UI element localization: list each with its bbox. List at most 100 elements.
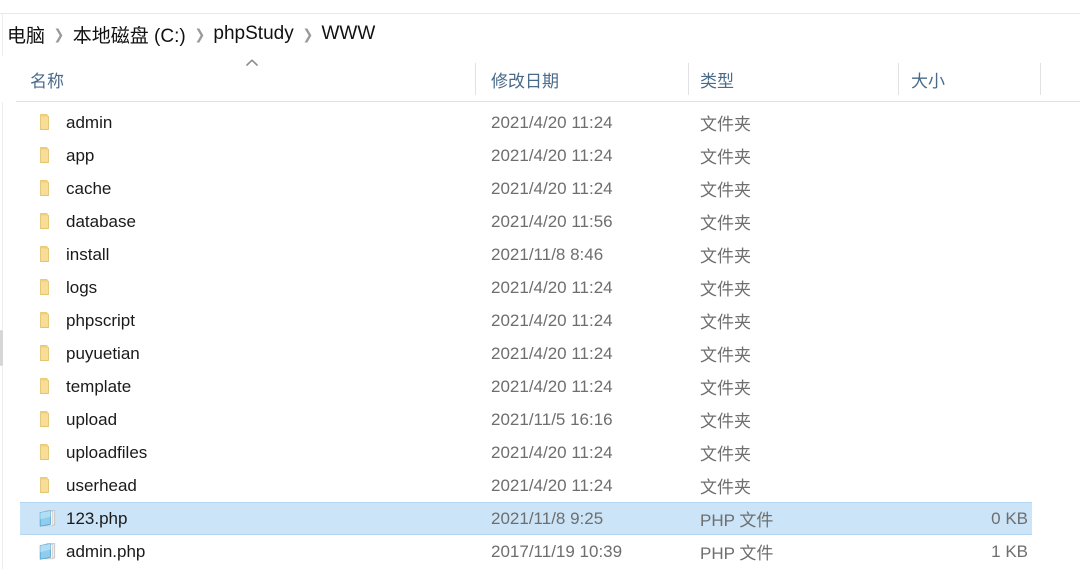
file-date-modified: 2021/4/20 11:56	[491, 211, 613, 231]
file-date-modified: 2021/11/8 9:25	[491, 508, 604, 528]
file-type: 文件夹	[700, 247, 751, 266]
folder-icon	[38, 179, 58, 198]
file-row[interactable]: upload 2021/11/5 16:16 文件夹	[0, 403, 1080, 436]
file-list[interactable]: admin 2021/4/20 11:24 文件夹 app 2021/4/20 11:2…	[0, 106, 1080, 569]
breadcrumb-item-4[interactable]: WWW	[316, 22, 380, 46]
file-date-modified: 2021/4/20 11:24	[491, 112, 613, 132]
breadcrumb-item-3[interactable]: phpStudy	[208, 22, 298, 46]
file-type: 文件夹	[700, 181, 751, 200]
file-row[interactable]: logs 2021/4/20 11:24 文件夹	[0, 271, 1080, 304]
file-row[interactable]: userhead 2021/4/20 11:24 文件夹	[0, 469, 1080, 502]
file-size	[900, 469, 1030, 502]
column-divider-size-end[interactable]	[1040, 63, 1041, 95]
file-row[interactable]: admin 2021/4/20 11:24 文件夹	[0, 106, 1080, 139]
column-header-name[interactable]: 名称	[30, 56, 64, 102]
file-size	[900, 139, 1030, 172]
file-size	[900, 271, 1030, 304]
file-name: install	[66, 244, 110, 264]
column-header-name-label: 名称	[30, 71, 64, 91]
file-size	[900, 436, 1030, 469]
folder-icon	[38, 476, 58, 495]
file-type: 文件夹	[700, 280, 751, 299]
file-name: template	[66, 376, 132, 396]
file-size	[900, 106, 1030, 139]
file-name: cache	[66, 178, 112, 198]
file-name: 123.php	[66, 508, 128, 528]
file-name: app	[66, 145, 95, 165]
folder-icon	[38, 344, 58, 363]
breadcrumb-item-2[interactable]: 本地磁盘 (C:)	[68, 20, 191, 49]
column-divider-date-type[interactable]	[688, 63, 689, 95]
file-size	[900, 337, 1030, 370]
file-type: 文件夹	[700, 379, 751, 398]
file-size	[900, 304, 1030, 337]
top-divider	[0, 13, 1080, 14]
file-size	[900, 205, 1030, 238]
file-date-modified: 2021/4/20 11:24	[491, 178, 613, 198]
file-row[interactable]: app 2021/4/20 11:24 文件夹	[0, 139, 1080, 172]
column-divider-type-size[interactable]	[898, 63, 899, 95]
folder-icon	[38, 443, 58, 462]
column-header-date-modified[interactable]: 修改日期	[491, 56, 559, 102]
file-name: upload	[66, 409, 118, 429]
folder-icon	[38, 377, 58, 396]
file-type: 文件夹	[700, 346, 751, 365]
file-name: puyuetian	[66, 343, 140, 363]
file-row[interactable]: admin.php 2017/11/19 10:39 PHP 文件 1 KB	[0, 535, 1080, 568]
file-size	[900, 172, 1030, 205]
file-name: logs	[66, 277, 98, 297]
folder-icon	[38, 212, 58, 231]
file-type: 文件夹	[700, 214, 751, 233]
file-name: phpscript	[66, 310, 135, 330]
breadcrumb-item-1[interactable]: 电脑	[2, 20, 50, 49]
file-size	[900, 370, 1030, 403]
folder-icon	[38, 410, 58, 429]
file-size: 0 KB	[991, 508, 1028, 528]
file-type: 文件夹	[700, 313, 751, 332]
file-date-modified: 2021/4/20 11:24	[491, 145, 613, 165]
file-date-modified: 2017/11/19 10:39	[491, 541, 623, 561]
file-date-modified: 2021/11/8 8:46	[491, 244, 604, 264]
column-header-date-modified-label: 修改日期	[491, 71, 559, 91]
file-row[interactable]: cache 2021/4/20 11:24 文件夹	[0, 172, 1080, 205]
file-date-modified: 2021/4/20 11:24	[491, 277, 613, 297]
column-header-size[interactable]: 大小	[911, 56, 945, 102]
column-divider-name-date[interactable]	[475, 63, 476, 95]
file-row[interactable]: phpscript 2021/4/20 11:24 文件夹	[0, 304, 1080, 337]
file-name: userhead	[66, 475, 137, 495]
folder-icon	[38, 311, 58, 330]
file-row[interactable]: template 2021/4/20 11:24 文件夹	[0, 370, 1080, 403]
file-row[interactable]: install 2021/11/8 8:46 文件夹	[0, 238, 1080, 271]
php-file-icon	[38, 542, 58, 561]
breadcrumb-separator-icon[interactable]: ❯	[300, 26, 316, 43]
file-row[interactable]: uploadfiles 2021/4/20 11:24 文件夹	[0, 436, 1080, 469]
file-date-modified: 2021/4/20 11:24	[491, 376, 613, 396]
file-name: database	[66, 211, 136, 231]
column-header-size-label: 大小	[911, 71, 945, 91]
file-date-modified: 2021/4/20 11:24	[491, 475, 613, 495]
file-type: PHP 文件	[700, 544, 774, 563]
file-row[interactable]: puyuetian 2021/4/20 11:24 文件夹	[0, 337, 1080, 370]
column-header-type-label: 类型	[700, 71, 734, 91]
file-type: 文件夹	[700, 478, 751, 497]
file-row[interactable]: database 2021/4/20 11:56 文件夹	[0, 205, 1080, 238]
column-header-type[interactable]: 类型	[700, 56, 734, 102]
folder-icon	[38, 113, 58, 132]
breadcrumb-separator-icon[interactable]: ❯	[192, 26, 208, 43]
folder-icon	[38, 278, 58, 297]
folder-icon	[38, 146, 58, 165]
file-size: 1 KB	[991, 541, 1028, 561]
file-name: admin.php	[66, 541, 146, 561]
file-name: uploadfiles	[66, 442, 148, 462]
folder-icon	[38, 245, 58, 264]
sort-ascending-icon	[245, 58, 259, 67]
file-type: 文件夹	[700, 445, 751, 464]
column-header-underline	[16, 101, 1080, 102]
file-date-modified: 2021/4/20 11:24	[491, 442, 613, 462]
file-type: 文件夹	[700, 148, 751, 167]
file-size	[900, 238, 1030, 271]
breadcrumb-separator-icon[interactable]: ❯	[51, 26, 67, 43]
file-type: 文件夹	[700, 412, 751, 431]
php-file-icon	[38, 509, 58, 528]
file-row[interactable]: 123.php 2021/11/8 9:25 PHP 文件 0 KB	[0, 502, 1080, 535]
